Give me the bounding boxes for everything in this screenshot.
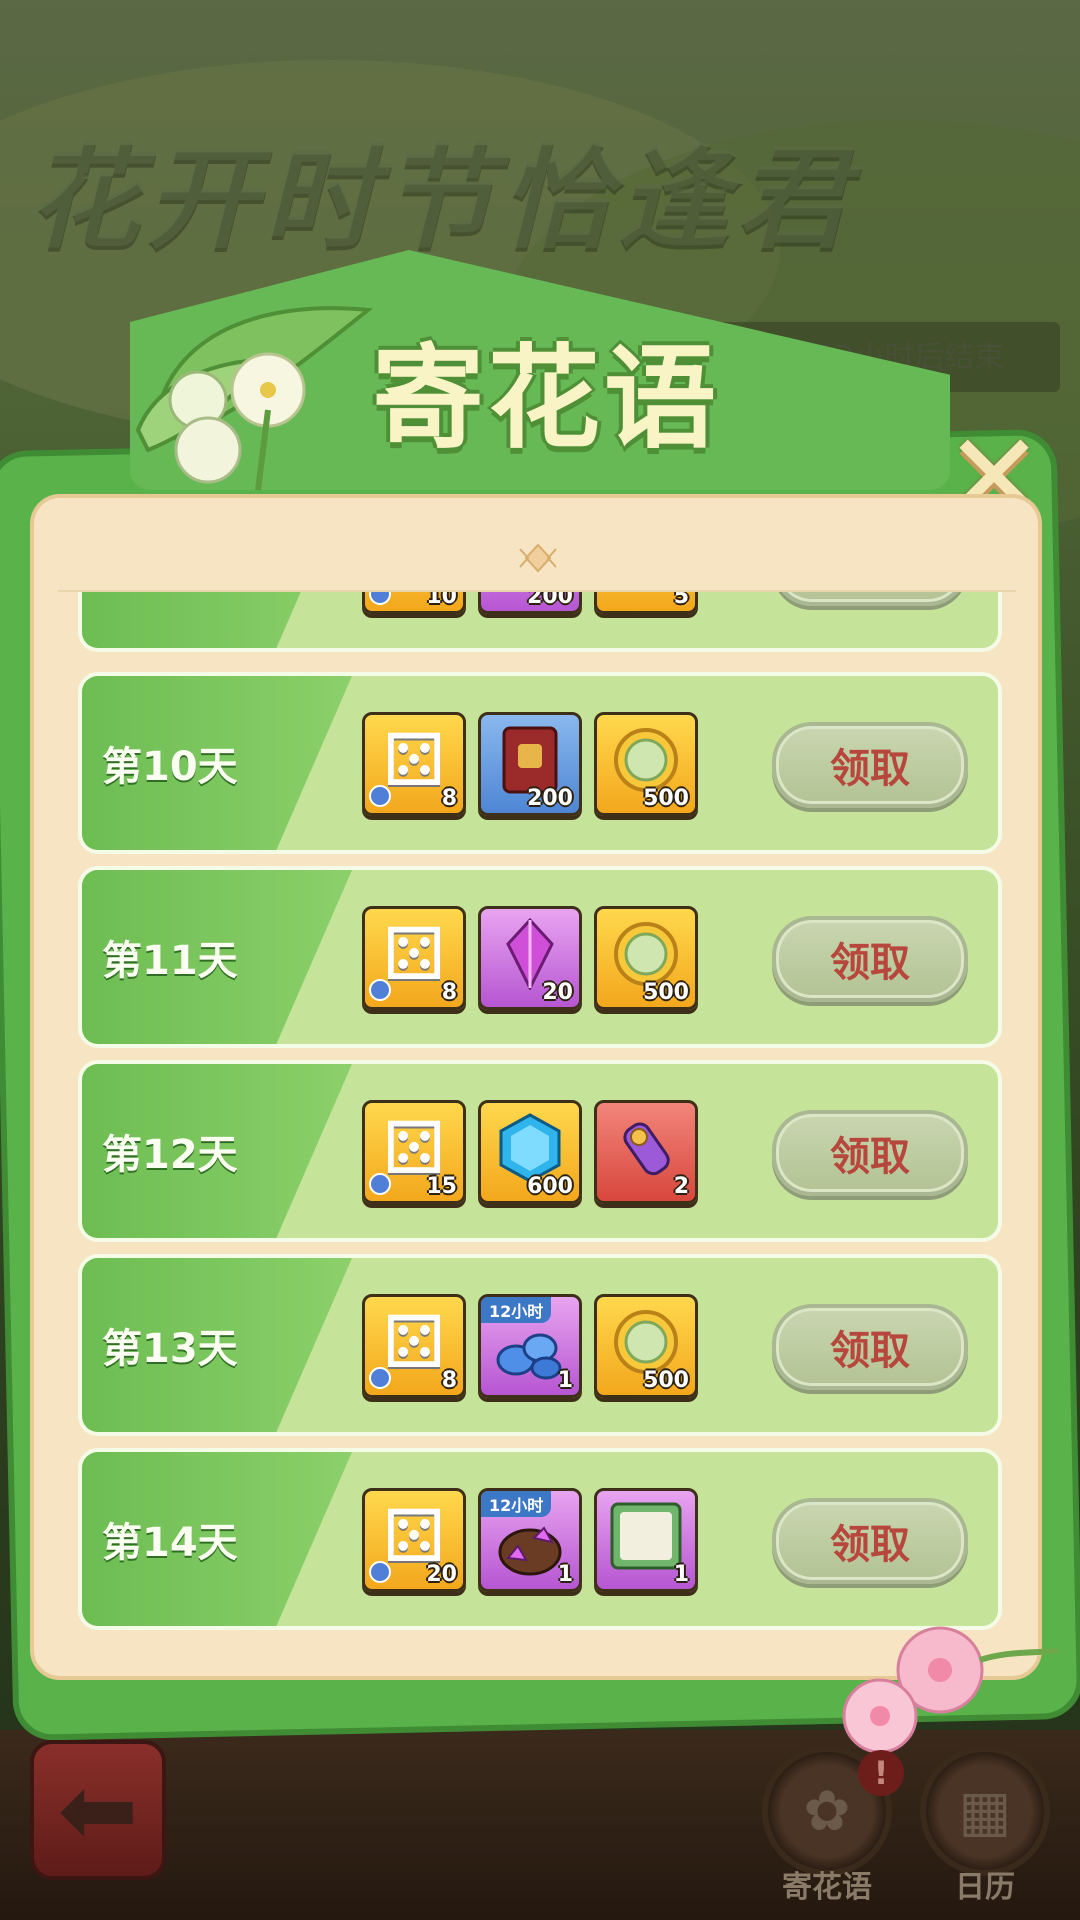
reward-item[interactable]: ⚄ 8 — [362, 906, 466, 1010]
item-quantity: 200 — [527, 786, 573, 811]
reward-item[interactable]: 2 — [594, 1100, 698, 1204]
item-quantity: 8 — [441, 980, 457, 1005]
scroll-icon — [623, 1122, 670, 1176]
flower-icon: ✿ — [803, 1778, 851, 1844]
nav-label: 寄花语 — [782, 1870, 872, 1905]
flower-coin-icon — [614, 1310, 678, 1375]
claim-button[interactable]: 领取 — [772, 722, 968, 808]
day-label: 第13天 — [102, 1326, 238, 1372]
item-quantity: 1 — [557, 1562, 573, 1587]
diamond-ornament-icon — [519, 543, 557, 573]
item-quantity: 20 — [542, 980, 573, 1005]
reward-row: 第14天 ⚄ 20 12小时 1 1 领取 — [78, 1448, 1002, 1630]
reward-item[interactable]: 500 — [594, 712, 698, 816]
reward-item[interactable]: 📕 200 — [478, 592, 582, 614]
reward-item[interactable]: 12小时 1 — [478, 1488, 582, 1592]
reward-item[interactable]: 500 — [594, 1294, 698, 1398]
clock-icon — [369, 592, 391, 605]
back-button[interactable]: ⬅ — [30, 1740, 166, 1880]
claim-button[interactable]: 领取 — [772, 916, 968, 1002]
reward-item[interactable]: ⚄ 8 — [362, 712, 466, 816]
clock-icon — [369, 1367, 391, 1389]
item-quantity: 200 — [527, 592, 573, 609]
reward-item[interactable]: 20 — [478, 906, 582, 1010]
duration-tag: 12小时 — [481, 1297, 552, 1323]
day-label: 第14天 — [102, 1520, 238, 1566]
claim-button[interactable] — [772, 592, 968, 606]
reward-item[interactable]: ▣ 5 — [594, 592, 698, 614]
item-quantity: 1 — [673, 1562, 689, 1587]
reward-item[interactable]: ⚄ 20 — [362, 1488, 466, 1592]
item-quantity: 20 — [426, 1562, 457, 1587]
day-label: 第11天 — [102, 938, 238, 984]
day-label: 第12天 — [102, 1132, 238, 1178]
flower-coin-icon — [614, 922, 678, 987]
panel-title: 寄花语 — [372, 334, 720, 464]
reward-item[interactable]: 200 — [478, 712, 582, 816]
clock-icon — [369, 785, 391, 807]
reward-item[interactable]: 500 — [594, 906, 698, 1010]
day-label: 第10天 — [102, 744, 238, 790]
dice-icon: ⚄ — [382, 912, 446, 997]
item-quantity: 15 — [426, 1174, 457, 1199]
reward-item[interactable]: ⚄ 15 — [362, 1100, 466, 1204]
clock-icon — [369, 1561, 391, 1583]
blue-stones-icon — [496, 1333, 562, 1380]
reward-item[interactable]: 12小时 1 — [478, 1294, 582, 1398]
dice-icon: ⚄ — [382, 1300, 446, 1385]
clock-icon — [369, 1173, 391, 1195]
dice-icon: ⚄ — [382, 718, 446, 803]
peach-blossom-icon — [842, 1626, 1059, 1754]
item-quantity: 1 — [557, 1368, 573, 1393]
lily-flower-icon — [135, 306, 374, 491]
reward-row: 第13天 ⚄ 8 12小时 1 500 领取 — [78, 1254, 1002, 1436]
notification-badge: ! — [858, 1750, 904, 1796]
reward-row: 第12天 ⚄ 15 600 2 领取 — [78, 1060, 1002, 1242]
nav-label: 日历 — [955, 1870, 1015, 1905]
frame-icon — [610, 1502, 682, 1570]
item-quantity: 500 — [643, 1368, 689, 1393]
item-quantity: 500 — [643, 786, 689, 811]
item-quantity: 5 — [673, 592, 689, 609]
nav-calendar[interactable]: ▦ — [920, 1746, 1050, 1876]
reward-item[interactable]: 600 — [478, 1100, 582, 1204]
claim-button[interactable]: 领取 — [772, 1110, 968, 1196]
back-arrow-icon: ⬅ — [57, 1754, 139, 1866]
reward-row: 第11天 ⚄ 8 20 500 领取 — [78, 866, 1002, 1048]
flower-coin-icon — [614, 728, 678, 793]
reward-row: 第10天 ⚄ 8 200 500 领取 — [78, 672, 1002, 854]
item-quantity: 10 — [426, 592, 457, 609]
calendar-icon: ▦ — [958, 1778, 1012, 1844]
item-quantity: 500 — [643, 980, 689, 1005]
reward-item[interactable]: 1 — [594, 1488, 698, 1592]
item-quantity: 8 — [441, 786, 457, 811]
claim-button[interactable]: 领取 — [772, 1498, 968, 1584]
item-quantity: 2 — [673, 1174, 689, 1199]
ore-bag-icon — [498, 1526, 562, 1576]
item-quantity: 8 — [441, 1368, 457, 1393]
row-day-band — [82, 592, 352, 648]
reward-item[interactable]: ⚄ 10 — [362, 592, 466, 614]
reward-item[interactable]: ⚄ 8 — [362, 1294, 466, 1398]
duration-tag: 12小时 — [481, 1491, 552, 1517]
item-quantity: 600 — [527, 1174, 573, 1199]
clock-icon — [369, 979, 391, 1001]
reward-row: ⚄ 10 📕 200 ▣ 5 — [78, 592, 1002, 652]
reward-list[interactable]: ⚄ 10 📕 200 ▣ 5 第10天 ⚄ 8 200 — [72, 592, 1008, 1646]
claim-button[interactable]: 领取 — [772, 1304, 968, 1390]
